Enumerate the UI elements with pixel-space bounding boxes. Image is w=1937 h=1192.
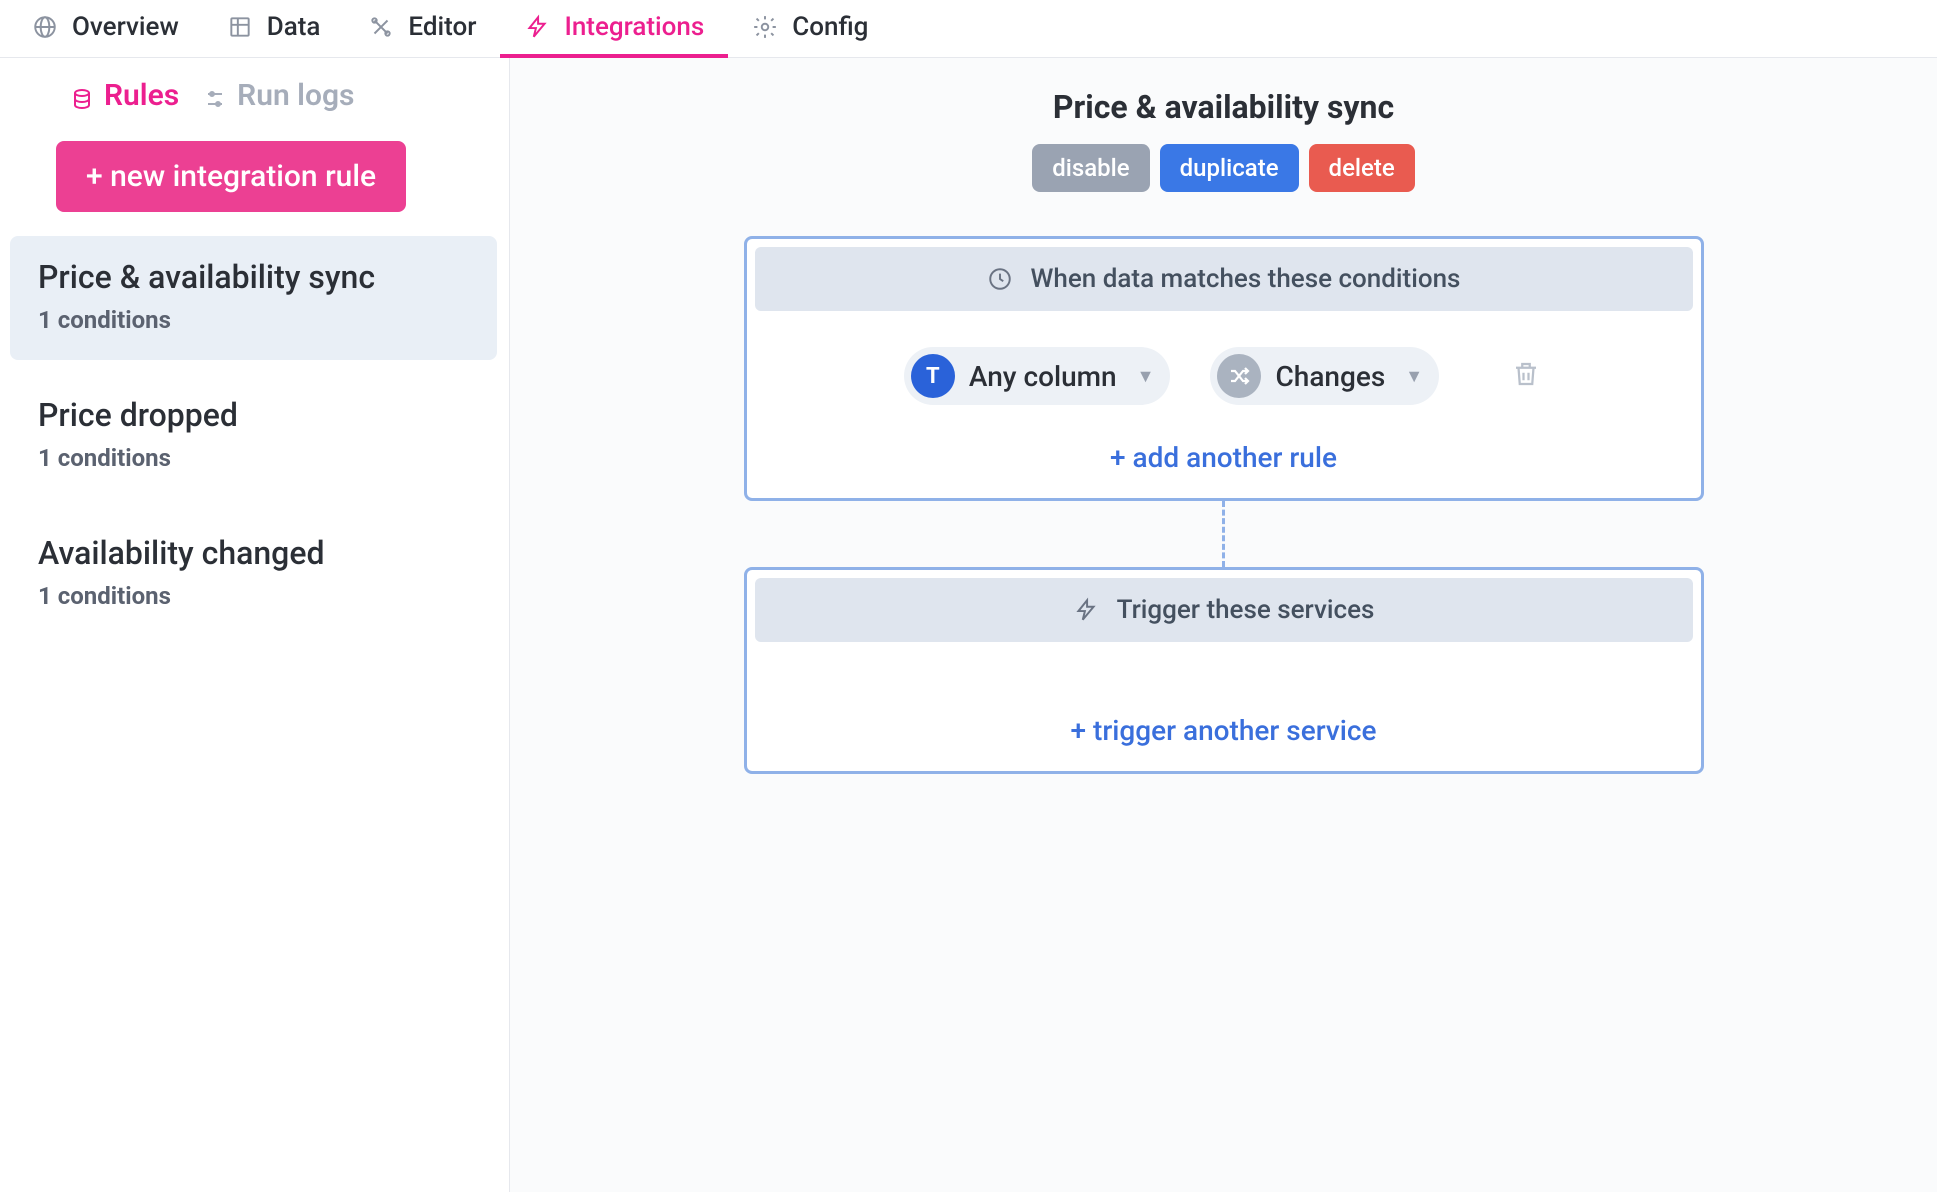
new-integration-rule-button[interactable]: + new integration rule xyxy=(56,141,406,212)
gear-icon xyxy=(752,14,778,40)
sliders-icon xyxy=(203,84,227,108)
services-empty xyxy=(755,642,1693,702)
tab-label: Integrations xyxy=(564,12,704,42)
delete-button[interactable]: delete xyxy=(1309,144,1415,192)
bolt-icon xyxy=(524,14,550,40)
rule-item-conditions: 1 conditions xyxy=(38,582,469,610)
rule-list-item[interactable]: Availability changed 1 conditions xyxy=(10,512,497,636)
main-area: Price & availability sync disable duplic… xyxy=(510,58,1937,1192)
services-panel-header: Trigger these services xyxy=(755,578,1693,642)
tab-label: Overview xyxy=(72,12,179,42)
conditions-panel: When data matches these conditions T Any… xyxy=(744,236,1704,501)
column-select-label: Any column xyxy=(969,360,1117,393)
panel-connector xyxy=(1222,501,1225,567)
clock-icon xyxy=(987,266,1013,292)
subtab-label: Rules xyxy=(104,78,179,113)
tab-label: Editor xyxy=(408,12,476,42)
conditions-panel-header: When data matches these conditions xyxy=(755,247,1693,311)
rule-actions: disable duplicate delete xyxy=(1032,144,1415,192)
chevron-down-icon: ▼ xyxy=(1405,366,1423,387)
operator-select[interactable]: Changes ▼ xyxy=(1210,347,1439,405)
tab-config[interactable]: Config xyxy=(728,0,892,58)
tab-integrations[interactable]: Integrations xyxy=(500,0,728,58)
tab-label: Config xyxy=(792,12,868,42)
rule-list-item[interactable]: Price & availability sync 1 conditions xyxy=(10,236,497,360)
tab-data[interactable]: Data xyxy=(203,0,345,58)
shuffle-icon xyxy=(1217,354,1261,398)
rule-list-item[interactable]: Price dropped 1 conditions xyxy=(10,374,497,498)
column-select[interactable]: T Any column ▼ xyxy=(904,347,1171,405)
conditions-header-text: When data matches these conditions xyxy=(1031,264,1461,294)
add-service-link[interactable]: + trigger another service xyxy=(755,702,1693,753)
duplicate-button[interactable]: duplicate xyxy=(1160,144,1299,192)
condition-row: T Any column ▼ Changes ▼ xyxy=(755,311,1693,429)
services-header-text: Trigger these services xyxy=(1117,595,1375,625)
chevron-down-icon: ▼ xyxy=(1137,366,1155,387)
disable-button[interactable]: disable xyxy=(1032,144,1149,192)
rule-item-conditions: 1 conditions xyxy=(38,444,469,472)
tab-editor[interactable]: Editor xyxy=(344,0,500,58)
add-rule-link[interactable]: + add another rule xyxy=(755,429,1693,480)
operator-select-label: Changes xyxy=(1275,360,1385,393)
rule-item-conditions: 1 conditions xyxy=(38,306,469,334)
top-nav: Overview Data Editor Integrations xyxy=(0,0,1937,58)
trash-icon xyxy=(1511,359,1541,389)
services-panel: Trigger these services + trigger another… xyxy=(744,567,1704,774)
tools-icon xyxy=(368,14,394,40)
text-type-badge: T xyxy=(911,354,955,398)
tab-label: Data xyxy=(267,12,321,42)
subtab-runlogs[interactable]: Run logs xyxy=(203,78,354,113)
tab-overview[interactable]: Overview xyxy=(8,0,203,58)
sidebar: Rules Run logs + new integration rule Pr… xyxy=(0,58,510,1192)
rule-item-title: Price dropped xyxy=(38,396,469,434)
globe-icon xyxy=(32,14,58,40)
subtab-rules[interactable]: Rules xyxy=(70,78,179,113)
rule-header: Price & availability sync disable duplic… xyxy=(1032,88,1415,192)
rule-title: Price & availability sync xyxy=(1032,88,1415,126)
subtab-label: Run logs xyxy=(237,78,354,113)
rule-item-title: Price & availability sync xyxy=(38,258,469,296)
sub-nav: Rules Run logs xyxy=(0,66,509,131)
bolt-icon xyxy=(1073,597,1099,623)
table-icon xyxy=(227,14,253,40)
database-icon xyxy=(70,84,94,108)
delete-condition-button[interactable] xyxy=(1509,359,1543,393)
rule-item-title: Availability changed xyxy=(38,534,469,572)
